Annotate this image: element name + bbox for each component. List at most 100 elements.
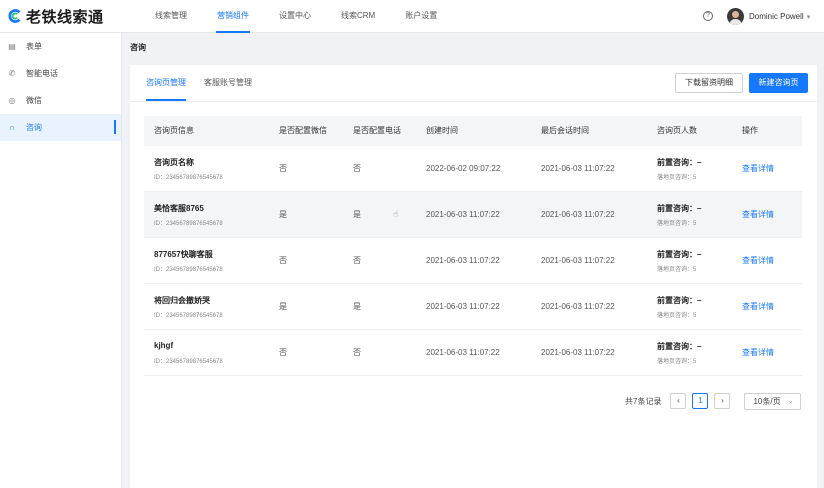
nav-item-label: 线索CRM [341, 11, 376, 20]
page-name: 美恰客服8765 [154, 204, 204, 213]
page-name: kjhgf [154, 341, 174, 350]
sidebar-item-consult[interactable]: ∩ 咨询 [0, 114, 121, 141]
wechat-configured: 是 [279, 302, 287, 311]
user-name: Dominic Powell [749, 12, 804, 21]
form-icon: ▤ [8, 42, 16, 51]
landing-consult-count: 落地页咨询：5 [657, 221, 697, 227]
table-row: kjhgf ID：23456789876545678 否 否 2021-06-0… [144, 330, 802, 376]
column-header: 最后会话时间 [541, 126, 589, 135]
pre-consult-count: 前置咨询：– [657, 342, 702, 351]
landing-consult-count: 落地页咨询：5 [657, 313, 697, 319]
consult-table: 咨询页信息 是否配置微信 是否配置电话 创建时间 最后会话时间 咨询页人数 操作… [144, 116, 802, 376]
page-name: 将回归会撤娇哭 [154, 296, 210, 305]
wechat-configured: 否 [279, 348, 287, 357]
nav-item-crm[interactable]: 线索CRM [326, 0, 390, 33]
sidebar-item-label: 咨询 [26, 123, 42, 132]
nav-item-account[interactable]: 账户设置 [390, 0, 452, 33]
table-row: 将回归会撤娇哭 ID：23456789876545678 是 是 2021-06… [144, 284, 802, 330]
chevron-down-icon: ⌄ [787, 397, 794, 405]
tab-service-accounts[interactable]: 客服账号管理 [204, 65, 252, 101]
page-size-select[interactable]: 10条/页 ⌄ [744, 392, 802, 410]
nav-item-settings[interactable]: 设置中心 [264, 0, 326, 33]
phone-configured: 否 [353, 164, 361, 173]
pre-consult-count: 前置咨询：– [657, 250, 702, 259]
caret-down-icon: ▾ [806, 13, 811, 21]
sidebar-item-label: 微信 [26, 96, 42, 105]
table-header: 咨询页信息 是否配置微信 是否配置电话 创建时间 最后会话时间 咨询页人数 操作 [144, 116, 802, 146]
column-header: 操作 [742, 126, 758, 135]
phone-configured: 是 [353, 302, 361, 311]
page-title: 咨询 [130, 43, 146, 52]
tab-consult-pages[interactable]: 咨询页管理 [146, 65, 186, 101]
phone-configured: 是 [353, 210, 361, 219]
column-header: 咨询页信息 [154, 126, 194, 135]
view-details-link[interactable]: 查看详情 [742, 192, 774, 238]
landing-consult-count: 落地页咨询：5 [657, 175, 697, 181]
pre-consult-count: 前置咨询：– [657, 296, 702, 305]
sidebar-item-wechat[interactable]: ◎ 微信 [0, 87, 121, 114]
sidebar-item-phone[interactable]: ✆ 智能电话 [0, 60, 121, 87]
wechat-configured: 否 [279, 164, 287, 173]
pre-consult-count: 前置咨询：– [657, 204, 702, 213]
table-row: 877657快聊客服 ID：23456789876545678 否 否 2021… [144, 238, 802, 284]
wechat-configured: 是 [279, 210, 287, 219]
created-time: 2021-06-03 11:07:22 [426, 210, 500, 219]
page-name: 咨询页名称 [154, 158, 194, 167]
pre-consult-count: 前置咨询：– [657, 158, 702, 167]
sidebar-item-label: 智能电话 [26, 69, 58, 78]
download-details-button[interactable]: 下载留资明细 [675, 73, 743, 93]
logo-icon [8, 9, 21, 23]
top-nav: 线索管理 营销组件 设置中心 线索CRM 账户设置 [140, 0, 452, 33]
phone-icon: ✆ [8, 69, 16, 78]
last-session-time: 2021-06-03 11:07:22 [541, 256, 615, 265]
column-header: 创建时间 [426, 126, 458, 135]
total-records: 共7条记录 [625, 396, 662, 406]
created-time: 2021-06-03 11:07:22 [426, 256, 500, 265]
page-id: ID：23456789876545678 [154, 313, 223, 319]
table-row: 美恰客服8765 ID：23456789876545678 是 是 ☝ 2021… [144, 192, 802, 238]
column-header: 是否配置电话 [353, 126, 401, 135]
nav-item-label: 设置中心 [279, 11, 311, 20]
nav-item-label: 账户设置 [405, 11, 438, 20]
last-session-time: 2021-06-03 11:07:22 [541, 348, 615, 357]
page-id: ID：23456789876545678 [154, 359, 223, 365]
page-id: ID：23456789876545678 [154, 175, 223, 181]
logo[interactable]: 老铁线索通 [8, 7, 104, 26]
view-details-link[interactable]: 查看详情 [742, 284, 774, 330]
last-session-time: 2021-06-03 11:07:22 [541, 210, 615, 219]
user-menu[interactable]: Dominic Powell ▾ [727, 8, 810, 25]
sidebar-item-label: 表单 [26, 42, 42, 51]
top-bar: 老铁线索通 线索管理 营销组件 设置中心 线索CRM 账户设置 ? Domini… [0, 0, 824, 33]
page-id: ID：23456789876545678 [154, 267, 223, 273]
next-page-button[interactable]: › [714, 393, 731, 409]
sidebar-item-form[interactable]: ▤ 表单 [0, 33, 121, 60]
view-details-link[interactable]: 查看详情 [742, 330, 774, 376]
prev-page-button[interactable]: ‹ [670, 393, 687, 409]
page-name: 877657快聊客服 [154, 250, 213, 259]
nav-item-leads[interactable]: 线索管理 [140, 0, 202, 33]
view-details-link[interactable]: 查看详情 [742, 146, 774, 192]
nav-item-label: 线索管理 [155, 11, 187, 20]
phone-configured: 否 [353, 256, 361, 265]
table-row: 咨询页名称 ID：23456789876545678 否 否 2022-06-0… [144, 146, 802, 192]
page-number-button[interactable]: 1 [692, 393, 709, 409]
page-size-value: 10条/页 [753, 396, 781, 406]
avatar [727, 8, 744, 25]
nav-item-marketing[interactable]: 营销组件 [202, 0, 264, 33]
last-session-time: 2021-06-03 11:07:22 [541, 164, 615, 173]
column-header: 是否配置微信 [279, 126, 327, 135]
last-session-time: 2021-06-03 11:07:22 [541, 302, 615, 311]
page-id: ID：23456789876545678 [154, 221, 223, 227]
new-consult-page-button[interactable]: 新建咨询页 [749, 73, 808, 93]
hand-pointer-icon: ☝ [393, 209, 399, 219]
brand-name: 老铁线索通 [26, 8, 104, 26]
nav-item-label: 营销组件 [217, 11, 249, 20]
view-details-link[interactable]: 查看详情 [742, 238, 774, 284]
sidebar: ▤ 表单 ✆ 智能电话 ◎ 微信 ∩ 咨询 [0, 33, 122, 488]
created-time: 2022-06-02 09:07:22 [426, 164, 501, 173]
divider [130, 101, 817, 102]
help-icon[interactable]: ? [703, 11, 713, 21]
wechat-icon: ◎ [8, 96, 16, 105]
headset-icon: ∩ [9, 123, 15, 132]
created-time: 2021-06-03 11:07:22 [426, 348, 500, 357]
